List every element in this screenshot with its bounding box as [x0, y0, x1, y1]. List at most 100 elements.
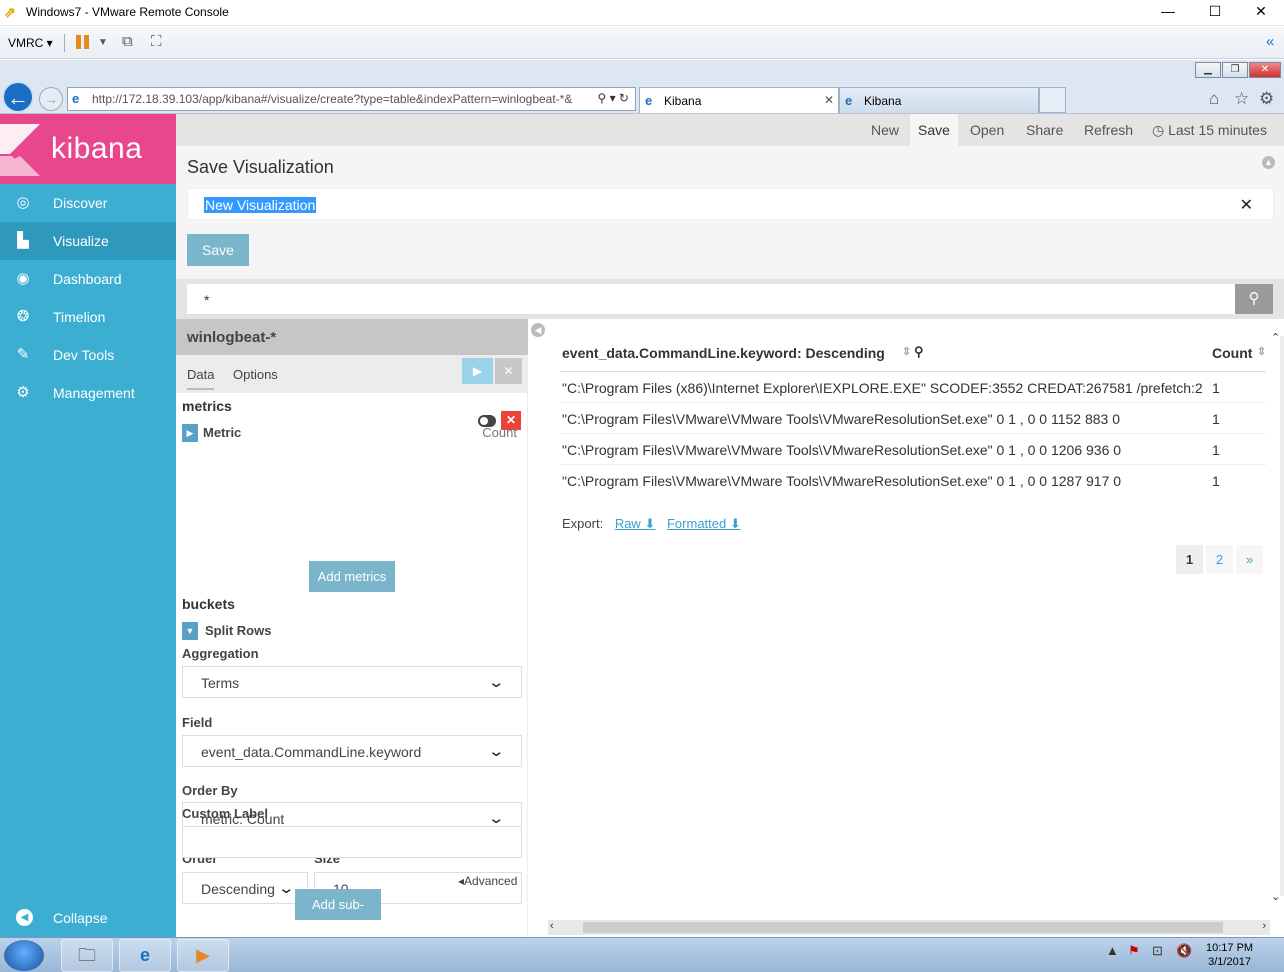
action-center-icon[interactable]: ⚑ — [1128, 943, 1140, 959]
collapse-editor-icon[interactable]: ◀ — [531, 323, 545, 337]
vmrc-menu[interactable]: VMRC ▾ — [8, 36, 53, 50]
favorites-star-icon[interactable]: ☆ — [1234, 89, 1249, 109]
expand-metric-icon[interactable]: ▶ — [182, 424, 198, 442]
export-formatted-link[interactable]: Formatted ⬇ — [667, 516, 741, 531]
compass-icon: ◎ — [16, 194, 30, 211]
scroll-right-icon[interactable]: › — [1262, 920, 1266, 932]
maximize-button[interactable]: ☐ — [1192, 0, 1238, 24]
share-link[interactable]: Share — [1018, 114, 1071, 146]
scroll-up-icon[interactable]: ⌃ — [1271, 331, 1280, 344]
sidebar-item-visualize[interactable]: ▙ Visualize — [0, 222, 176, 260]
start-button[interactable] — [4, 940, 44, 971]
sort-icon[interactable]: ⇕ — [902, 345, 911, 358]
advanced-label: Advanced — [464, 874, 518, 888]
browser-minimize-button[interactable]: ▁ — [1195, 62, 1221, 78]
close-button[interactable]: ✕ — [1238, 0, 1284, 24]
scrollbar-thumb[interactable] — [583, 922, 1223, 933]
sort-icon[interactable]: ⇕ — [1257, 345, 1266, 358]
home-icon[interactable]: ⌂ — [1209, 89, 1219, 109]
collapse-panel-icon[interactable]: ▲ — [1262, 156, 1275, 169]
query-input[interactable]: * — [187, 284, 1235, 314]
browser-tab-kibana-1[interactable]: e Kibana ✕ — [639, 87, 839, 113]
back-button[interactable]: ← — [2, 81, 34, 113]
new-link[interactable]: New — [863, 114, 907, 146]
export-raw-link[interactable]: Raw ⬇ — [615, 516, 656, 531]
browser-close-button[interactable]: ✕ — [1249, 62, 1281, 78]
address-bar[interactable]: e http://172.18.39.103/app/kibana#/visua… — [67, 87, 636, 111]
clock-icon: ◷ — [1152, 122, 1169, 138]
time-picker-label: Last 15 minutes — [1168, 122, 1267, 138]
top-nav: New Save Open Share Refresh ◷ Last 15 mi… — [176, 114, 1284, 146]
fullscreen-icon[interactable]: ⛶ — [151, 33, 162, 50]
search-button[interactable]: ⚲ — [1235, 284, 1273, 314]
minimize-button[interactable]: — — [1145, 0, 1191, 24]
close-tab-icon[interactable]: ✕ — [824, 93, 834, 107]
save-button[interactable]: Save — [187, 234, 249, 266]
next-page-button[interactable]: » — [1236, 545, 1263, 574]
custom-label-input[interactable] — [182, 826, 522, 858]
kibana-brand[interactable]: kibana — [0, 114, 176, 184]
save-link[interactable]: Save — [910, 114, 958, 146]
add-metrics-button[interactable]: Add metrics — [309, 561, 395, 592]
horizontal-scrollbar[interactable]: ‹ › — [548, 920, 1270, 935]
tab-data[interactable]: Data — [187, 367, 215, 390]
sidebar-item-dev-tools[interactable]: ✎ Dev Tools — [0, 336, 176, 374]
add-sub-buckets-button[interactable]: Add sub-buckets — [295, 889, 381, 943]
collapse-bucket-icon[interactable]: ▼ — [182, 622, 198, 640]
apply-changes-button[interactable]: ▶ — [462, 358, 493, 384]
sidebar-collapse[interactable]: ◀ Collapse — [0, 899, 176, 937]
collapse-label: Collapse — [53, 910, 108, 926]
sidebar-item-discover[interactable]: ◎ Discover — [0, 184, 176, 222]
sidebar-item-label: Visualize — [53, 233, 109, 249]
browser-restore-button[interactable]: ❐ — [1222, 62, 1248, 78]
split-rows-label: Split Rows — [205, 623, 272, 638]
media-player-icon[interactable]: ▶ — [177, 939, 229, 972]
system-clock[interactable]: 10:17 PM 3/1/2017 — [1206, 941, 1253, 969]
file-explorer-icon[interactable]: 🗀 — [61, 939, 113, 972]
custom-label-label: Custom Label — [182, 806, 268, 821]
vertical-scrollbar[interactable] — [1280, 336, 1284, 896]
chevron-down-icon[interactable]: ▼ — [98, 37, 108, 48]
close-icon: ✕ — [503, 364, 514, 378]
open-link[interactable]: Open — [962, 114, 1012, 146]
time-picker[interactable]: ◷ Last 15 minutes — [1144, 114, 1275, 146]
discard-changes-button[interactable]: ✕ — [495, 358, 522, 384]
clock-time: 10:17 PM — [1206, 942, 1254, 954]
internet-explorer-icon[interactable]: e — [119, 939, 171, 972]
aggregation-select[interactable]: Terms ⌄ — [182, 666, 522, 698]
toggle-icon[interactable] — [478, 415, 496, 427]
network-status-icon[interactable]: ⊡ — [1152, 943, 1163, 959]
clear-icon[interactable]: ✕ — [1240, 195, 1253, 215]
kibana-brand-name: kibana — [51, 132, 143, 165]
sidebar-item-dashboard[interactable]: ◉ Dashboard — [0, 260, 176, 298]
network-icon[interactable]: ⧉ — [122, 33, 133, 50]
forward-button[interactable]: → — [39, 87, 63, 111]
page-1-button[interactable]: 1 — [1176, 545, 1203, 574]
search-refresh-icon[interactable]: ⚲ ▾ ↻ — [597, 91, 629, 105]
tools-gear-icon[interactable]: ⚙ — [1259, 89, 1274, 109]
order-value: Descending — [201, 881, 275, 897]
show-hidden-icons-icon[interactable]: ▲ — [1106, 943, 1119, 958]
scroll-down-icon[interactable]: ⌄ — [1271, 890, 1280, 903]
refresh-link[interactable]: Refresh — [1076, 114, 1141, 146]
chevron-down-icon: ⌄ — [487, 810, 506, 827]
search-icon[interactable]: ⚲ — [914, 344, 924, 360]
kibana-logo-icon — [0, 124, 40, 176]
volume-muted-icon[interactable]: 🔇 — [1176, 943, 1192, 959]
sidebar-item-management[interactable]: ⚙ Management — [0, 374, 176, 412]
row-command: "C:\Program Files\VMware\VMware Tools\VM… — [562, 411, 1121, 427]
new-tab-button[interactable] — [1039, 87, 1066, 113]
browser-tab-kibana-2[interactable]: e Kibana — [839, 87, 1039, 113]
page-2-button[interactable]: 2 — [1206, 545, 1233, 574]
order-select[interactable]: Descending ⌄ — [182, 872, 308, 904]
tab-options[interactable]: Options — [233, 367, 278, 382]
scroll-left-icon[interactable]: ‹ — [550, 920, 554, 932]
field-select[interactable]: event_data.CommandLine.keyword ⌄ — [182, 735, 522, 767]
advanced-toggle[interactable]: ◂Advanced — [458, 874, 517, 888]
browser-window-controls: ▁ ❐ ✕ — [1194, 62, 1281, 80]
remove-bucket-button[interactable]: ✕ — [501, 411, 521, 430]
collapse-toolbar-icon[interactable]: « — [1266, 33, 1274, 50]
pause-icon[interactable] — [76, 35, 90, 49]
visualization-name-input[interactable]: New Visualization ✕ — [187, 188, 1274, 220]
sidebar-item-timelion[interactable]: ❂ Timelion — [0, 298, 176, 336]
